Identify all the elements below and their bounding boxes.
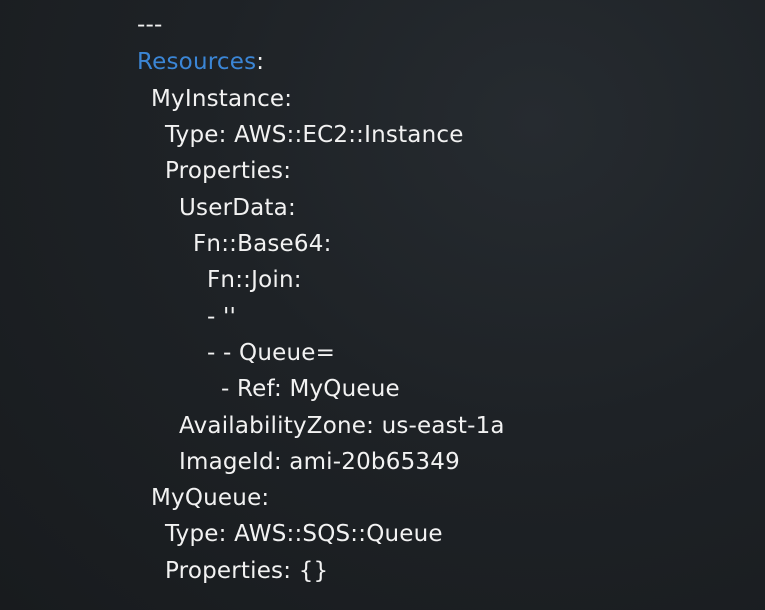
code-line-availability-zone: AvailabilityZone: us-east-1a <box>179 413 505 439</box>
code-line-document-start: --- <box>137 12 163 38</box>
code-line-ref-myqueue: - Ref: MyQueue <box>221 376 400 402</box>
code-line-queue-type: Type: AWS::SQS::Queue <box>165 521 443 547</box>
code-line-fn-base64: Fn::Base64: <box>193 231 332 257</box>
code-line-queue-properties: Properties: {} <box>165 558 329 584</box>
code-line-resources: Resources: <box>137 47 264 77</box>
code-line-fn-join: Fn::Join: <box>207 267 302 293</box>
code-line-myqueue: MyQueue: <box>151 485 270 511</box>
code-line-image-id: ImageId: ami-20b65349 <box>179 449 460 475</box>
code-line-instance-properties: Properties: <box>165 158 292 184</box>
code-line-userdata: UserData: <box>179 195 296 221</box>
code-block: --- Resources: MyInstance: Type: AWS::EC… <box>0 0 765 610</box>
code-line-join-delimiter: - '' <box>207 304 237 330</box>
code-line-instance-type: Type: AWS::EC2::Instance <box>165 122 464 148</box>
code-line-queue-literal: - - Queue= <box>207 340 336 366</box>
resources-colon: : <box>256 49 265 75</box>
resources-key: Resources <box>137 49 257 75</box>
code-line-myinstance: MyInstance: <box>151 86 293 112</box>
